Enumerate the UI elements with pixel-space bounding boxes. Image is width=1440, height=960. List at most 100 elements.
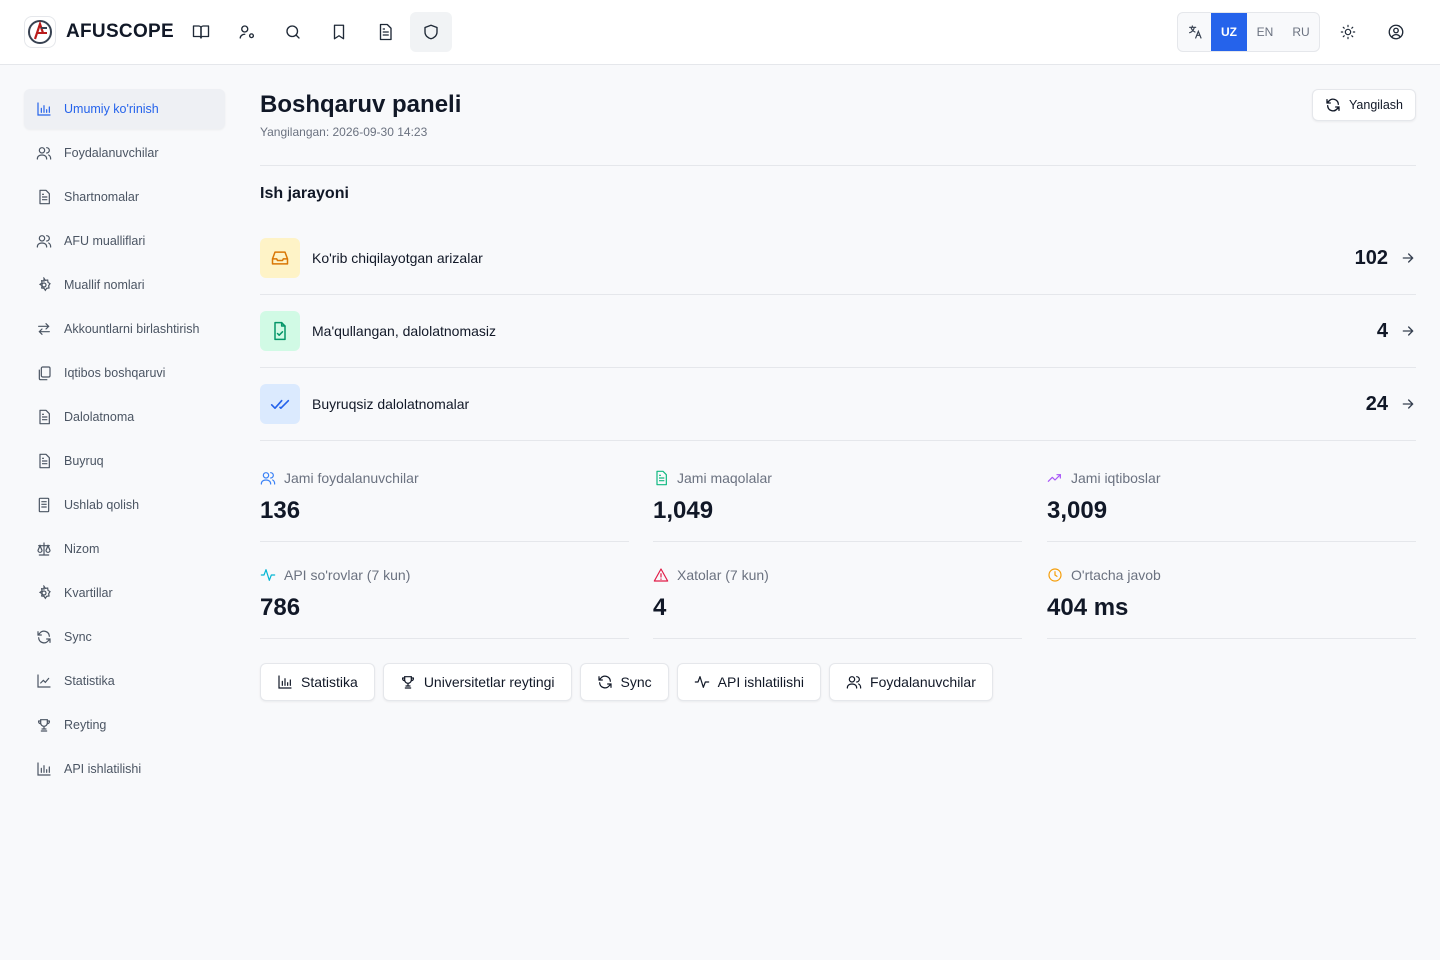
file-text-icon [39,453,50,469]
stat-label: O'rtacha javob [1071,567,1161,583]
sidebar-item-foydalanuvchilar[interactable]: Foydalanuvchilar [24,133,225,173]
logo-icon [24,16,56,48]
double-check-icon [260,384,300,424]
sidebar-item-reyting[interactable]: Reyting [24,705,225,745]
language-option-uz[interactable]: UZ [1211,13,1247,51]
workflow-row-acts-without-order[interactable]: Buyruqsiz dalolatnomalar 24 [260,368,1416,441]
stat-value: 4 [653,594,667,621]
sidebar-item-akkountlarni-birlashtirish[interactable]: Akkountlarni birlashtirish [24,309,225,349]
sidebar-item-umumiy-korinish[interactable]: Umumiy ko'rinish [24,89,225,129]
sidebar-item-label: Umumiy ko'rinish [64,102,159,116]
stat-total-citations: Jami iqtiboslar 3,009 [1047,445,1416,542]
sidebar-item-label: Dalolatnoma [64,410,135,424]
copy-icon [38,366,51,381]
sidebar-item-shartnomalar[interactable]: Shartnomalar [24,177,225,217]
quick-link-label: API ishlatilishi [717,674,805,690]
users-icon [36,147,52,160]
workflow-label: Ma'qullangan, dalolatnomasiz [312,323,497,339]
sidebar-item-label: Shartnomalar [64,190,140,204]
quick-link-sync[interactable]: Sync [579,663,669,701]
file-text-icon [656,470,667,486]
last-updated: Yangilangan: 2026-09-30 14:23 [260,125,428,139]
search-icon[interactable] [272,12,314,52]
workflow-count: 4 [1376,319,1388,342]
bookmark-icon[interactable] [318,12,360,52]
sidebar-item-statistika[interactable]: Statistika [24,661,225,701]
activity-icon [694,676,709,688]
sidebar-item-label: Akkountlarni birlashtirish [64,322,200,336]
clock-icon [1048,568,1062,582]
quick-link-label: Foydalanuvchilar [870,674,976,690]
trending-up-icon [1047,474,1061,482]
arrow-right-icon [1402,399,1414,409]
bar-chart-icon [37,762,51,776]
stat-label: API so'rovlar (7 kun) [284,567,411,583]
user-cog-icon[interactable] [226,12,268,52]
quick-link-statistika[interactable]: Statistika [260,663,375,701]
sidebar-item-iqtibos-boshqaruvi[interactable]: Iqtibos boshqaruvi [24,353,225,393]
quick-link-universitetlar-reytingi[interactable]: Universitetlar reytingi [382,663,572,701]
brand[interactable]: AFUSCOPE [24,16,174,48]
stat-label: Jami iqtiboslar [1071,470,1161,486]
quick-link-api-ishlatilishi[interactable]: API ishlatilishi [676,663,822,701]
sidebar-item-nizom[interactable]: Nizom [24,529,225,569]
book-open-icon[interactable] [180,12,222,52]
sidebar-item-label: Muallif nomlari [64,278,145,292]
sidebar-item-muallif-nomlari[interactable]: Muallif nomlari [24,265,225,305]
bar-chart-icon [37,102,51,116]
sidebar-item-afu-mualliflari[interactable]: AFU mualliflari [24,221,225,261]
stat-average-response: O'rtacha javob 404 ms [1047,542,1416,639]
activity-icon [260,569,276,581]
arrows-swap-icon [38,323,50,335]
sun-icon[interactable] [1332,16,1364,48]
sidebar-item-buyruq[interactable]: Buyruq [24,441,225,481]
sidebar-item-label: Sync [64,630,92,644]
sidebar-item-label: AFU mualliflari [64,234,146,248]
refresh-icon [1326,98,1340,112]
sidebar-item-label: Nizom [64,542,100,556]
trophy-icon [401,676,414,689]
translate-icon [1178,13,1211,51]
sidebar-item-ushlab-qolish[interactable]: Ushlab qolish [24,485,225,525]
line-chart-icon [37,674,51,688]
main-content: Boshqaruv paneli Yangilangan: 2026-09-30… [260,89,1416,701]
user-circle-icon[interactable] [1380,16,1412,48]
sidebar-item-label: Reyting [64,718,107,732]
refresh-icon [37,630,51,644]
stat-api-requests: API so'rovlar (7 kun) 786 [260,542,629,639]
quick-link-label: Sync [620,674,652,690]
shield-icon[interactable] [410,12,452,52]
sidebar-item-label: API ishlatilishi [64,762,142,776]
settings-icon [38,277,51,292]
file-text-icon [39,409,50,425]
arrow-right-icon [1402,253,1414,263]
sidebar-item-dalolatnoma[interactable]: Dalolatnoma [24,397,225,437]
refresh-button[interactable]: Yangilash [1312,89,1416,121]
sidebar-item-sync[interactable]: Sync [24,617,225,657]
sidebar-item-label: Iqtibos boshqaruvi [64,366,166,380]
sidebar-item-kvartillar[interactable]: Kvartillar [24,573,225,613]
app-name: AFUSCOPE [66,21,174,42]
file-text-icon [39,189,50,205]
file-text-icon[interactable] [364,12,406,52]
workflow-row-pending-applications[interactable]: Ko'rib chiqilayotgan arizalar 102 [260,222,1416,295]
workflow-row-approved-without-act[interactable]: Ma'qullangan, dalolatnomasiz 4 [260,295,1416,368]
top-navigation [180,12,452,52]
stat-label: Jami maqolalar [677,470,772,486]
alert-triangle-icon [653,568,669,582]
sidebar-item-label: Foydalanuvchilar [64,146,159,160]
refresh-icon [597,675,612,689]
divider [260,165,1416,166]
quick-link-foydalanuvchilar[interactable]: Foydalanuvchilar [829,663,993,701]
sidebar-item-label: Kvartillar [64,586,113,600]
language-option-en[interactable]: EN [1247,13,1283,51]
stat-total-users: Jami foydalanuvchilar 136 [260,445,629,542]
sidebar-item-api-ishlatilishi[interactable]: API ishlatilishi [24,749,225,789]
scale-icon [37,542,51,556]
inbox-icon [260,238,300,278]
sidebar: Umumiy ko'rinish Foydalanuvchilar Shartn… [24,89,225,793]
refresh-label: Yangilash [1349,98,1403,112]
language-option-ru[interactable]: RU [1283,13,1319,51]
workflow-count: 102 [1354,246,1388,269]
stat-total-articles: Jami maqolalar 1,049 [653,445,1022,542]
